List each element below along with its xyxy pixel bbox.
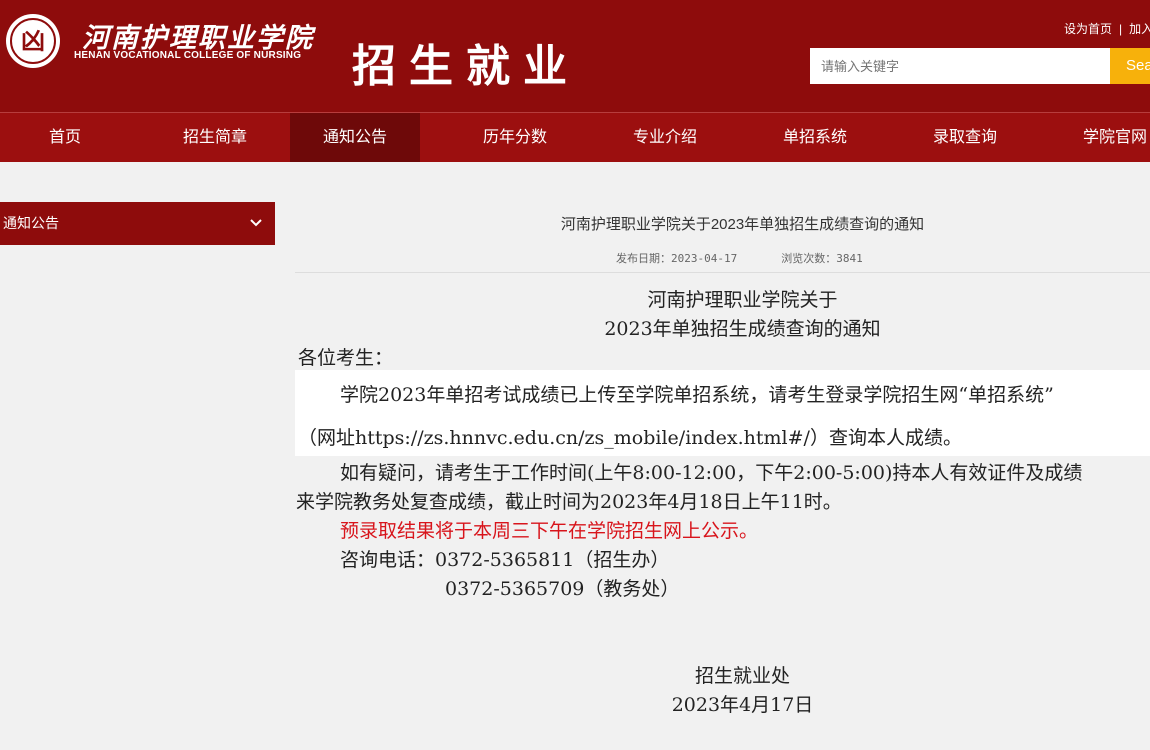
signature-date: 2023年4月17日 — [671, 694, 814, 716]
signature: 招生就业处 — [694, 665, 790, 687]
site-header: 凶 河南护理职业学院 HENAN VOCATIONAL COLLEGE OF N… — [0, 0, 1150, 112]
content-title-line1: 河南护理职业学院关于 — [647, 289, 838, 311]
paragraph-1-line-2: （网址https://zs.hnnvc.edu.cn/zs_mobile/ind… — [298, 427, 962, 449]
divider: | — [1119, 22, 1123, 36]
nav-item-past-scores[interactable]: 历年分数 — [450, 113, 580, 162]
nav-item-single-admission[interactable]: 单招系统 — [750, 113, 880, 162]
nav-item-admission-guide[interactable]: 招生简章 — [150, 113, 280, 162]
nav-item-official-site[interactable]: 学院官网 — [1050, 113, 1150, 162]
content-title-line2: 2023年单独招生成绩查询的通知 — [604, 318, 881, 340]
site-title: 招生就业 — [352, 41, 580, 92]
paragraph-2-line-2: 来学院教务处复查成绩，截止时间为2023年4月18日上午11时。 — [296, 491, 842, 513]
chevron-down-icon[interactable] — [249, 202, 263, 245]
college-logo-icon[interactable]: 凶 — [6, 14, 60, 68]
nav-item-home[interactable]: 首页 — [0, 113, 130, 162]
phone-line-1: 咨询电话：0372-5365811（招生办） — [340, 549, 670, 571]
divider — [295, 272, 1150, 273]
nav-item-notices[interactable]: 通知公告 — [290, 113, 420, 162]
add-favorite-link[interactable]: 加入收藏 — [1129, 22, 1150, 36]
nav-item-admission-query[interactable]: 录取查询 — [900, 113, 1030, 162]
nav-item-majors[interactable]: 专业介绍 — [600, 113, 730, 162]
sidebar-title: 通知公告 — [3, 215, 59, 231]
search-button[interactable]: Search — [1110, 48, 1150, 84]
search-input[interactable] — [810, 48, 1110, 84]
article-title: 河南护理职业学院关于2023年单独招生成绩查询的通知 — [560, 216, 925, 233]
article-meta: 发布日期：2023-04-17 浏览次数：3841 — [616, 250, 907, 266]
main-nav: 首页 招生简章 通知公告 历年分数 专业介绍 单招系统 录取查询 学院官网 — [0, 112, 1150, 162]
red-notice: 预录取结果将于本周三下午在学院招生网上公示。 — [340, 520, 759, 542]
top-links: 设为首页 | 加入收藏 — [1064, 20, 1150, 37]
sidebar-notices[interactable]: 通知公告 — [0, 202, 275, 245]
college-name-en: HENAN VOCATIONAL COLLEGE OF NURSING — [74, 50, 302, 61]
publish-date: 发布日期：2023-04-17 — [616, 252, 738, 265]
paragraph-1-line-1: 学院2023年单招考试成绩已上传至学院单招系统，请考生登录学院招生网“单招系统” — [340, 384, 1054, 406]
view-count: 浏览次数：3841 — [781, 252, 863, 265]
paragraph-2-line-1: 如有疑问，请考生于工作时间(上午8:00-12:00，下午2:00-5:00)持… — [340, 462, 1083, 484]
set-homepage-link[interactable]: 设为首页 — [1064, 22, 1112, 36]
phone-line-2: 0372-5365709（教务处） — [445, 578, 680, 600]
greeting: 各位考生： — [298, 347, 394, 369]
